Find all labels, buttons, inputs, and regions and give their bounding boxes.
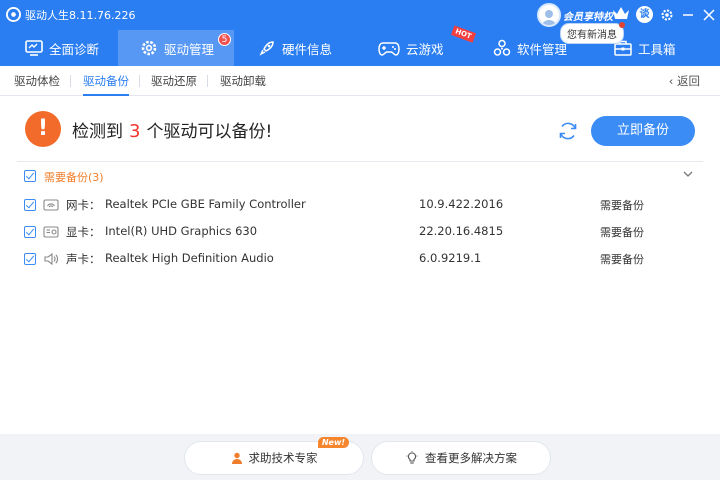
apps-icon [493,39,511,56]
backup-panel: ! 检测到 3 个驱动可以备份! 立即备份 需要备份(3) 网卡： Realtek … [0,96,720,434]
gear-icon [141,40,157,56]
tab-driver-management[interactable]: 驱动管理 5 [118,30,234,66]
new-message-text: 您有新消息 [567,30,617,41]
tab-cloud-gaming[interactable]: 云游戏 HOT [378,25,476,66]
table-row: 声卡： Realtek High Definition Audio 6.0.92… [0,246,720,273]
table-row: 显卡： Intel(R) UHD Graphics 630 22.20.16.4… [0,219,720,246]
group-checkbox[interactable] [24,170,36,182]
subtab-driver-backup[interactable]: 驱动备份 [83,66,129,96]
vip-promo-text[interactable]: 会员享特权 [563,8,613,23]
row-checkbox[interactable] [24,226,36,238]
minimize-icon[interactable] [679,6,696,23]
separator [139,75,140,87]
separator [70,75,71,87]
tab-label: 全面诊断 [49,41,100,57]
row-checkbox[interactable] [24,199,36,211]
chevron-left-icon: ‹ [668,74,677,88]
backup-status: 需要备份 [600,226,644,239]
main-area: ! 检测到 3 个驱动可以备份! 立即备份 需要备份(3) 网卡： Realtek … [0,96,720,480]
title-bar: 驱动人生8.11.76.226 会员享特权 您有新消息 谈 [0,0,720,44]
device-name: Realtek PCIe GBE Family Controller [105,197,306,211]
gamepad-icon [378,42,400,56]
tab-software-management[interactable]: 软件管理 [493,30,567,66]
graphics-card-icon [43,226,59,238]
new-tag: New! [317,437,349,448]
driver-version: 10.9.422.2016 [419,197,504,211]
sub-nav: 驱动体检 驱动备份 驱动还原 驱动卸载 ‹ 返回 [0,66,720,96]
notification-badge: 5 [218,33,231,46]
new-message-bubble[interactable]: 您有新消息 [560,22,625,44]
divider [17,161,703,162]
driver-version: 6.0.9219.1 [419,251,482,265]
tab-hardware-info[interactable]: 硬件信息 [258,30,332,66]
device-name: Intel(R) UHD Graphics 630 [105,224,258,238]
headline-suffix: 个驱动可以备份! [146,122,273,142]
headline-prefix: 检测到 [72,122,123,142]
subtab-driver-check[interactable]: 驱动体检 [14,66,60,96]
tab-label: 硬件信息 [282,41,333,57]
chevron-down-icon[interactable] [683,169,693,179]
backup-status: 需要备份 [600,253,644,266]
tab-label: 软件管理 [517,41,568,57]
app-logo-icon [6,7,21,22]
message-dot-icon [619,22,625,28]
network-card-icon [43,199,59,211]
close-icon[interactable] [700,6,717,23]
headline: 检测到 3 个驱动可以备份! [72,117,272,142]
tab-label: 工具箱 [638,41,676,57]
avatar[interactable] [537,3,561,27]
subtab-driver-uninstall[interactable]: 驱动卸载 [220,66,266,96]
exclamation-icon: ! [25,111,61,147]
tab-label: 云游戏 [406,41,444,57]
more-solutions-button[interactable]: 查看更多解决方案 [371,441,551,475]
driver-count: 3 [129,121,141,142]
vip-circle-icon[interactable]: 谈 [636,6,653,23]
group-label: 需要备份(3) [44,171,104,184]
row-checkbox[interactable] [24,253,36,265]
subtab-driver-restore[interactable]: 驱动还原 [151,66,197,96]
back-button[interactable]: ‹ 返回 [669,66,700,96]
tab-diagnosis[interactable]: 全面诊断 [25,30,99,66]
backup-status: 需要备份 [600,199,644,212]
more-solutions-label: 查看更多解决方案 [425,451,517,465]
ask-expert-button[interactable]: 求助技术专家 New! [184,437,364,475]
refresh-icon[interactable] [557,120,579,142]
rocket-icon [259,41,274,56]
back-label: 返回 [677,74,700,88]
driver-version: 22.20.16.4815 [419,224,504,238]
device-kind: 显卡： [66,225,101,239]
device-kind: 网卡： [66,198,101,212]
lightbulb-icon [406,451,418,464]
person-icon [231,452,242,464]
table-row: 网卡： Realtek PCIe GBE Family Controller 1… [0,192,720,219]
device-kind: 声卡： [66,252,101,266]
app-title: 驱动人生8.11.76.226 [25,9,136,22]
monitor-icon [25,40,43,56]
separator [207,75,208,87]
device-name: Realtek High Definition Audio [105,251,274,265]
crown-icon[interactable] [612,5,630,21]
speaker-icon [44,252,58,266]
ask-expert-label: 求助技术专家 [248,451,318,465]
backup-now-button[interactable]: 立即备份 [591,116,695,146]
settings-icon[interactable] [658,6,675,23]
tab-label: 驱动管理 [164,41,215,57]
